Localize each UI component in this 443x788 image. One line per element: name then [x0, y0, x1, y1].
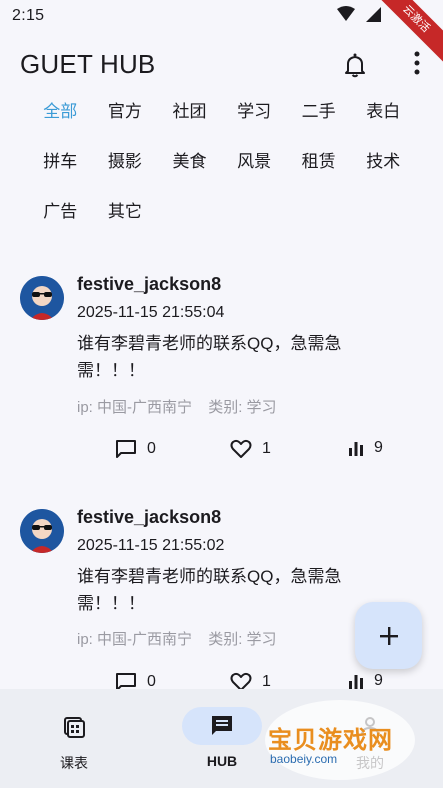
post-category: 类别: 学习: [208, 399, 277, 416]
category-tab-other[interactable]: 其它: [93, 200, 158, 224]
category-tab-carpool[interactable]: 拼车: [28, 150, 93, 174]
nav-label: 课表: [60, 755, 88, 771]
post-timestamp: 2025-11-15 21:55:04: [77, 304, 225, 321]
post-username[interactable]: festive_jackson8: [77, 507, 221, 528]
plus-icon: [379, 626, 398, 645]
comment-icon: [116, 440, 136, 458]
heart-icon: [230, 439, 252, 458]
category-tab-all[interactable]: 全部: [28, 100, 93, 124]
signal-icon: [366, 7, 381, 22]
status-icons: [337, 6, 381, 22]
post-ip: ip: 中国-广西南宁: [77, 631, 193, 648]
category-tab-club[interactable]: 社团: [157, 100, 222, 124]
category-tab-tech[interactable]: 技术: [351, 150, 416, 174]
bell-icon[interactable]: [343, 52, 367, 78]
more-vert-icon[interactable]: [413, 50, 421, 76]
view-count: 9: [374, 672, 383, 689]
status-time: 2:15: [12, 7, 45, 24]
avatar[interactable]: [20, 276, 64, 320]
post-content: 谁有李碧青老师的联系QQ，急需急需！！！: [77, 567, 342, 613]
nav-item-hub[interactable]: HUB: [177, 707, 267, 769]
nav-item-schedule[interactable]: 课表: [29, 707, 119, 773]
page-title: GUET HUB: [20, 48, 156, 79]
views-indicator: 9: [348, 439, 383, 457]
bar-chart-icon: [349, 675, 363, 689]
category-tab-food[interactable]: 美食: [157, 150, 222, 174]
category-tab-second-hand[interactable]: 二手: [286, 100, 351, 124]
category-tab-photography[interactable]: 摄影: [93, 150, 158, 174]
category-tab-scenery[interactable]: 风景: [222, 150, 287, 174]
category-tabs: 全部 官方 社团 学习 二手 表白 拼车 摄影 美食 风景 租赁 技术 广告 其…: [28, 100, 428, 224]
post-meta: ip: 中国-广西南宁 类别: 学习: [77, 628, 277, 649]
post-username[interactable]: festive_jackson8: [77, 274, 221, 295]
wifi-icon: [337, 6, 355, 21]
view-count: 9: [374, 439, 383, 456]
post-meta: ip: 中国-广西南宁 类别: 学习: [77, 396, 277, 417]
nav-pill: [182, 707, 262, 745]
nav-pill: [34, 707, 114, 745]
post-card[interactable]: festive_jackson8 2025-11-15 21:55:04 谁有李…: [0, 262, 443, 482]
category-tab-ads[interactable]: 广告: [28, 200, 93, 224]
category-tab-rental[interactable]: 租赁: [286, 150, 351, 174]
avatar[interactable]: [20, 509, 64, 553]
views-indicator: 9: [348, 672, 383, 690]
like-button[interactable]: 1: [230, 439, 271, 459]
post-timestamp: 2025-11-15 21:55:02: [77, 537, 225, 554]
like-count: 1: [262, 440, 271, 457]
bar-chart-icon: [349, 442, 363, 456]
post-ip: ip: 中国-广西南宁: [77, 399, 193, 416]
comment-button[interactable]: 0: [115, 439, 156, 459]
nav-label: HUB: [206, 753, 238, 769]
category-tab-confession[interactable]: 表白: [351, 100, 416, 124]
schedule-icon: [64, 717, 85, 738]
watermark-text: 宝贝游戏网: [268, 727, 393, 754]
watermark-url: baobeiy.com: [270, 752, 338, 766]
add-post-button[interactable]: [355, 602, 422, 669]
status-bar: 2:15: [0, 0, 443, 32]
app-bar: GUET HUB: [0, 40, 443, 88]
chat-icon: [212, 716, 232, 735]
category-tab-official[interactable]: 官方: [93, 100, 158, 124]
category-tab-study[interactable]: 学习: [222, 100, 287, 124]
comment-count: 0: [147, 440, 156, 457]
post-content: 谁有李碧青老师的联系QQ，急需急需！！！: [77, 334, 342, 380]
post-category: 类别: 学习: [208, 631, 277, 648]
